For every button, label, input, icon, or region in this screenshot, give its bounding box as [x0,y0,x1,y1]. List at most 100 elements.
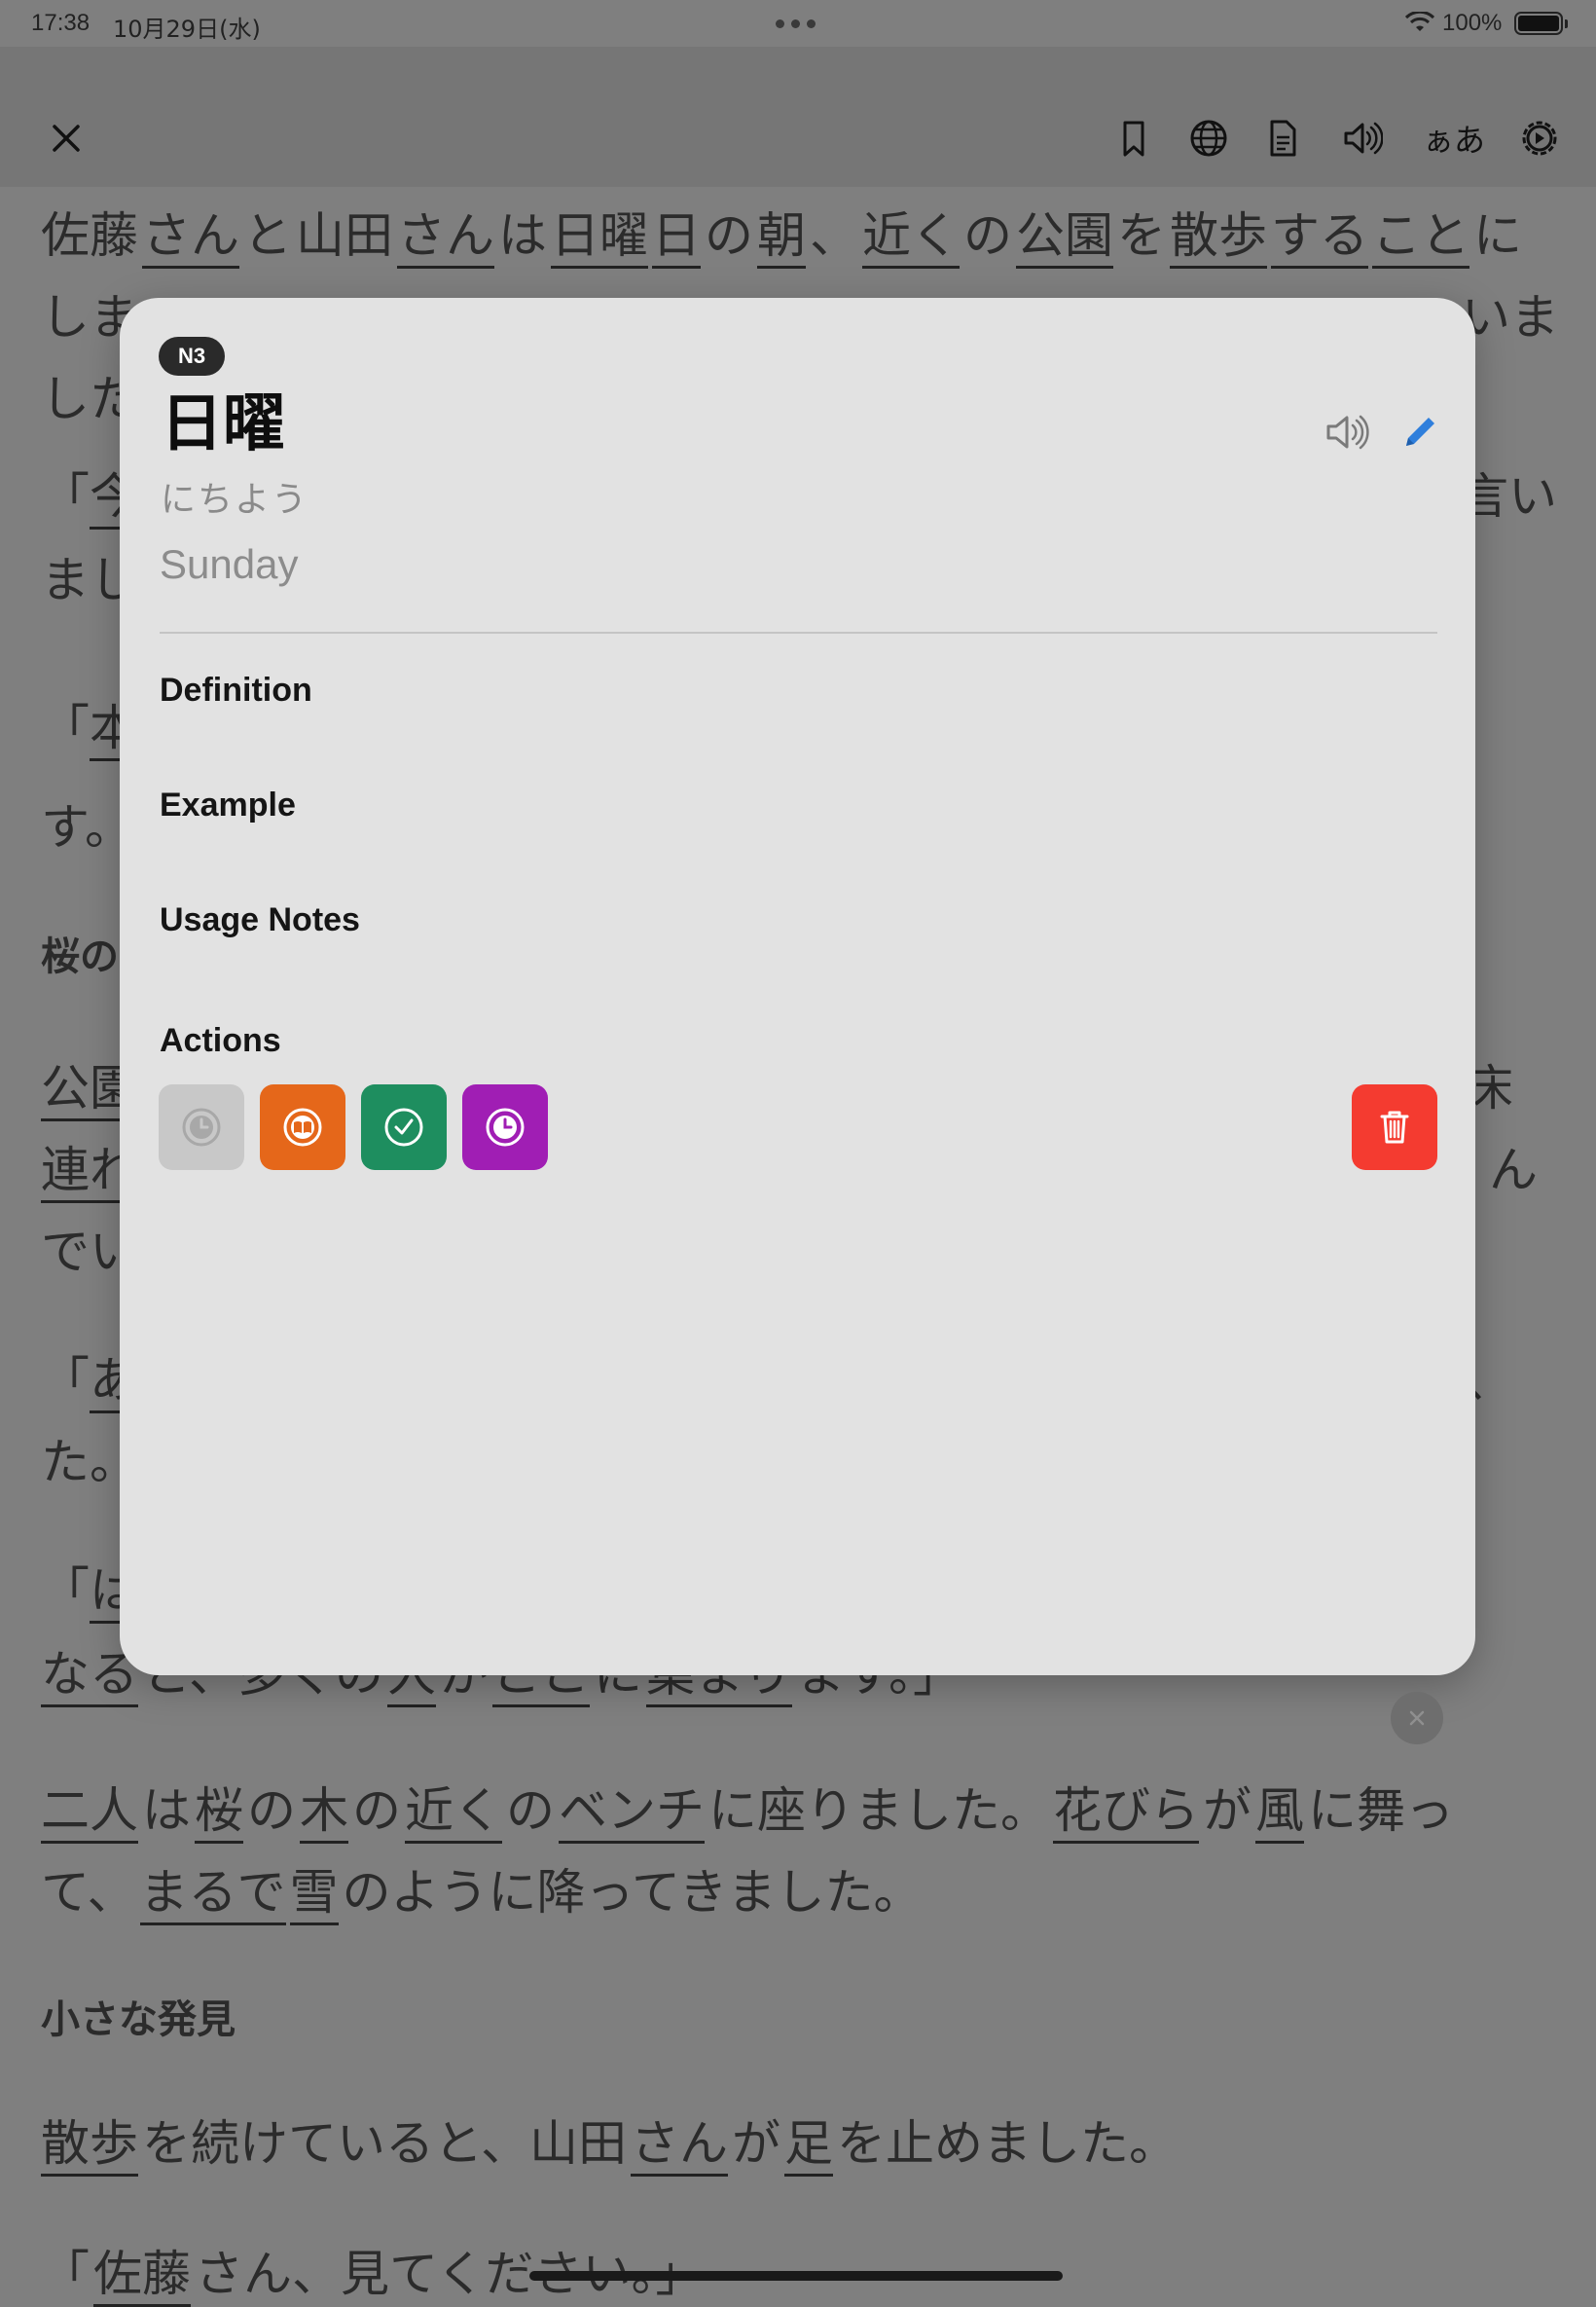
checkmark-icon [384,1108,423,1147]
speaker-icon [1344,122,1383,155]
article-text-segment: て、 [41,1864,136,1921]
vocab-word[interactable]: 花びら [1053,1782,1199,1844]
vocab-word[interactable]: まるで [139,1864,286,1925]
mark-new-button[interactable] [159,1084,244,1170]
article-text-segment: に座りました。 [708,1782,1049,1839]
close-icon [1409,1710,1425,1726]
mark-known-button[interactable] [361,1084,447,1170]
vocab-word[interactable]: 木 [300,1782,348,1844]
translate-button[interactable] [1183,113,1234,164]
article-text-segment: の [506,1782,555,1839]
article-text-segment: のように降ってきました。 [342,1864,923,1921]
audio-button[interactable] [1336,113,1387,164]
book-icon [283,1108,322,1147]
globe-icon [1190,120,1227,157]
vocab-word[interactable]: 近く [405,1782,502,1844]
article-text-segment: が [1203,1782,1251,1839]
home-indicator [529,2271,1063,2281]
pronounce-button[interactable] [1321,407,1371,458]
vocab-word[interactable]: 近く [862,207,960,269]
vocab-word[interactable]: 散歩 [41,2115,138,2177]
vocab-word[interactable]: 朝 [757,207,806,269]
article-text-segment: の [247,1782,296,1839]
clock-icon [486,1108,525,1147]
word-title: 日曜 [161,388,285,460]
vocab-word[interactable]: 日曜 [551,207,648,269]
article-text-segment: に [1473,207,1522,264]
article-text-segment: 佐藤 [41,207,138,264]
article-text-segment: を続けていると、山田 [142,2115,627,2172]
vocab-word[interactable]: 公園 [1016,207,1113,269]
battery-percentage: 100% [1442,10,1503,36]
status-date: 10月29日(水) [113,16,261,43]
article-line: て、まるで雪のように降ってきました。 [41,1853,926,1925]
document-button[interactable] [1257,113,1308,164]
bookmark-button[interactable] [1108,113,1159,164]
close-button[interactable] [41,113,91,164]
close-icon [53,125,80,152]
vocab-word[interactable]: 雪 [289,1864,339,1925]
vocab-word[interactable]: 散歩 [1170,207,1267,269]
example-heading: Example [160,787,296,824]
article-text-segment: と [243,207,292,264]
article-line: 「佐藤さん、見てください。」 [41,2235,708,2307]
word-meaning: Sunday [160,541,299,587]
status-time: 17:38 [31,10,91,36]
article-text-segment: を [1117,207,1166,264]
mark-review-button[interactable] [462,1084,548,1170]
vocab-word[interactable]: なる [41,1646,138,1707]
document-icon [1270,120,1296,157]
vocab-word[interactable]: 二人 [41,1782,138,1844]
article-text-segment: 、 [810,207,858,264]
bookmark-icon [1123,121,1144,157]
vocab-word[interactable]: こと [1372,207,1469,269]
font-size-button[interactable]: ぁあ [1420,113,1488,164]
word-detail-card: N3 日曜 にちよう Sunday Definition Example Usa… [120,298,1475,1675]
multitasking-dots-icon[interactable] [776,19,816,28]
article-heading: 桜の [41,934,119,979]
article-line: 佐藤さんと山田さんは日曜日の朝、近くの公園を散歩することに [41,195,1559,276]
gear-icon [1522,121,1557,156]
pencil-icon [1406,418,1434,446]
divider [160,632,1437,634]
article-text-segment: 「 [41,2246,90,2302]
article-text-segment: に舞っ [1308,1782,1454,1839]
jlpt-level-badge: N3 [159,337,225,376]
vocab-word[interactable]: さん [397,207,494,269]
clock-icon [182,1108,221,1147]
vocab-word[interactable]: さん [631,2115,728,2177]
vocab-word[interactable]: 桜 [195,1782,243,1844]
dismiss-button[interactable] [1391,1692,1443,1744]
speaker-icon [1326,415,1369,450]
status-bar: 17:38 10月29日(水) 100% [0,0,1596,47]
article-text-segment: は [142,1782,191,1839]
settings-button[interactable] [1514,113,1565,164]
vocab-word[interactable]: 足 [784,2115,833,2177]
usage-notes-heading: Usage Notes [160,901,360,938]
vocab-word[interactable]: ベンチ [559,1782,705,1844]
vocab-word[interactable]: さん [142,207,239,269]
delete-button[interactable] [1352,1084,1437,1170]
article-text-segment: 山田 [296,207,393,264]
article-text-segment: を止めました。 [837,2115,1178,2172]
trash-icon [1380,1111,1409,1144]
mark-learning-button[interactable] [260,1084,345,1170]
edit-button[interactable] [1395,407,1445,458]
article-text-segment: の [352,1782,401,1839]
word-reading: にちよう [161,480,309,520]
article-line: 二人は桜の木の近くのベンチに座りました。花びらが風に舞っ [41,1772,1458,1844]
article-line: 散歩を続けていると、山田さんが足を止めました。 [41,2105,1181,2177]
vocab-word[interactable]: する [1271,207,1368,269]
article-text-segment: は [498,207,547,264]
battery-icon [1514,12,1568,35]
article-heading: 小さな発見 [41,1997,236,2042]
article-fragment: ん [1489,1142,1538,1198]
article-text-segment: が [732,2115,780,2172]
font-size-label: ぁあ [1422,122,1485,159]
article-text-segment: の [963,207,1012,264]
vocab-word[interactable]: 風 [1255,1782,1304,1844]
definition-heading: Definition [160,672,312,709]
vocab-word[interactable]: 日 [652,207,701,269]
vocab-word[interactable]: 佐藤 [93,2246,191,2307]
actions-heading: Actions [160,1022,281,1059]
